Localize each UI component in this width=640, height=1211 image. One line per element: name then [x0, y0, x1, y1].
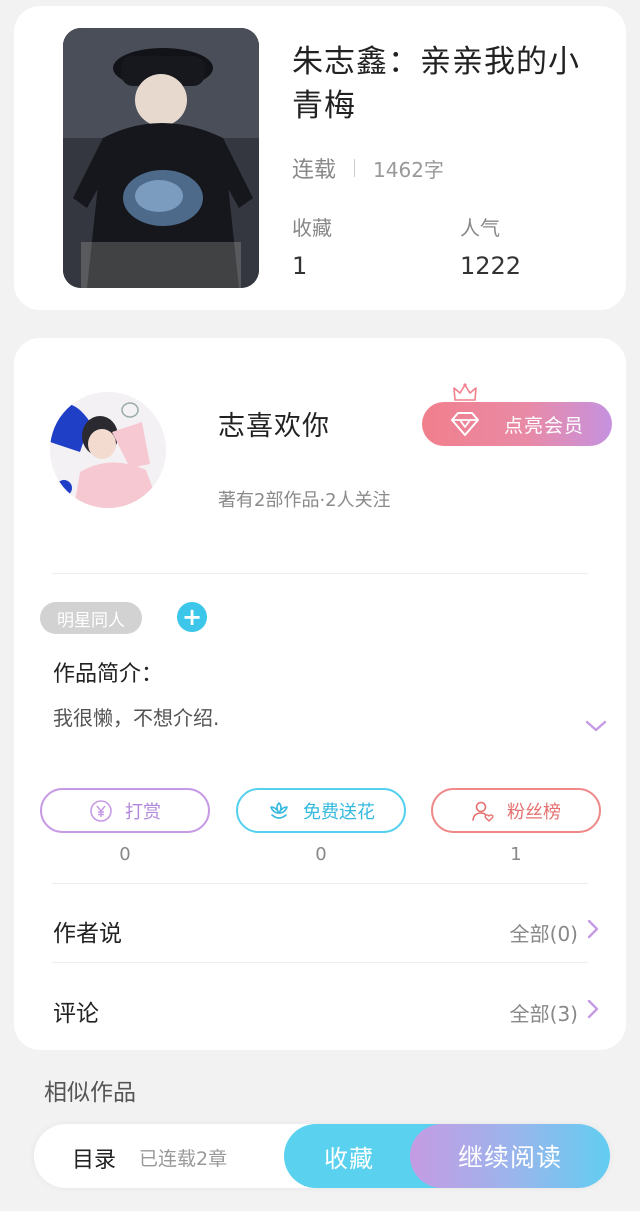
- comments-all-link[interactable]: 全部(3): [510, 998, 578, 1027]
- author-work-card: 志喜欢你 著有2部作品·2人关注 点亮会员 明星同人 + 作品简介： 我很懒，不…: [14, 338, 626, 1050]
- toc-button[interactable]: 目录: [72, 1142, 116, 1174]
- bottom-action-bar: 目录 已连载2章 收藏 继续阅读: [34, 1124, 610, 1188]
- add-tag-button[interactable]: +: [177, 602, 207, 632]
- fans-count: 1: [510, 844, 522, 865]
- comments-label[interactable]: 评论: [53, 994, 99, 1028]
- vip-button[interactable]: 点亮会员: [422, 402, 612, 446]
- send-flower-button[interactable]: 免费送花: [236, 788, 406, 833]
- intro-text: 我很懒，不想介绍.: [53, 706, 220, 730]
- favorites-value: 1: [292, 252, 308, 280]
- chevron-right-icon[interactable]: [586, 918, 600, 940]
- yen-coin-icon: [90, 799, 112, 822]
- author-name[interactable]: 志喜欢你: [218, 404, 330, 443]
- book-cover-image[interactable]: [63, 28, 259, 288]
- author-stats: 著有2部作品·2人关注: [218, 490, 391, 511]
- chapter-count[interactable]: 已连载2章: [139, 1144, 227, 1171]
- reward-count: 0: [119, 844, 131, 865]
- book-meta-row: 连载 1462字: [292, 152, 444, 184]
- divider: [52, 962, 588, 963]
- chevron-right-icon[interactable]: [586, 998, 600, 1020]
- meta-separator: [354, 159, 356, 177]
- flower-icon: [270, 801, 288, 819]
- author-says-label[interactable]: 作者说: [53, 914, 122, 948]
- fans-ranking-button-label: 粉丝榜: [507, 801, 561, 823]
- chevron-down-icon[interactable]: [584, 718, 608, 734]
- author-avatar[interactable]: [50, 392, 166, 508]
- author-says-all-link[interactable]: 全部(0): [510, 918, 578, 947]
- crown-icon: [453, 383, 477, 401]
- category-tag[interactable]: 明星同人: [40, 602, 142, 634]
- send-flower-button-label: 免费送花: [303, 801, 375, 823]
- similar-works-title: 相似作品: [44, 1080, 136, 1106]
- serial-status: 连载: [292, 158, 337, 183]
- fans-ranking-button[interactable]: 粉丝榜: [431, 788, 601, 833]
- vip-button-label: 点亮会员: [503, 414, 584, 437]
- favorites-label: 收藏: [292, 216, 332, 240]
- continue-reading-button[interactable]: 继续阅读: [410, 1124, 610, 1188]
- word-count: 1462字: [373, 157, 444, 182]
- popularity-label: 人气: [460, 216, 500, 240]
- divider: [52, 573, 588, 574]
- book-title: 朱志鑫：亲亲我的小青梅: [292, 44, 580, 124]
- divider: [52, 883, 588, 884]
- popularity-value: 1222: [460, 252, 522, 280]
- intro-label: 作品简介：: [53, 662, 164, 687]
- avatar-image: [50, 392, 166, 508]
- cover-illustration: [63, 28, 259, 288]
- fan-user-icon: [472, 801, 494, 822]
- flower-count: 0: [315, 844, 327, 865]
- reward-button[interactable]: 打赏: [40, 788, 210, 833]
- book-info-card: 朱志鑫：亲亲我的小青梅 连载 1462字 收藏 1 人气 1222: [14, 6, 626, 310]
- diamond-icon: [451, 412, 479, 436]
- reward-button-label: 打赏: [125, 801, 161, 823]
